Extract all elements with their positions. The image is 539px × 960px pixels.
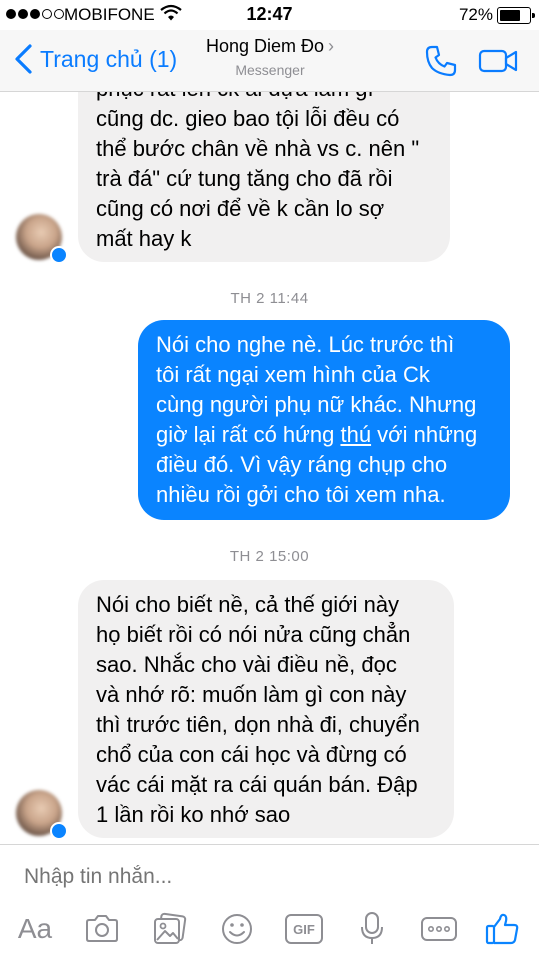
message-line: tôi rất ngại xem hình của Ck: [156, 362, 430, 387]
battery-icon: [497, 7, 535, 24]
gif-label: GIF: [293, 921, 315, 937]
message-line: thể bước chân về nhà vs c. nên ": [96, 136, 420, 161]
messenger-badge-icon: [50, 246, 68, 264]
message-input[interactable]: [24, 865, 504, 889]
contact-title[interactable]: Hong Diem Đo › Messenger: [185, 36, 355, 78]
conversation-header: Trang chủ (1) Hong Diem Đo › Messenger: [0, 30, 539, 92]
contact-name: Hong Diem Đo: [205, 36, 325, 56]
status-bar: MOBIFONE 12:47 72%: [0, 0, 539, 30]
message-line: họ biết rồi có nói nửa cũng chẳn: [96, 622, 411, 647]
message-line: điều đó. Vì vậy ráng chụp cho: [156, 452, 448, 477]
like-button[interactable]: [482, 907, 522, 951]
messenger-badge-icon: [50, 822, 68, 840]
carrier-name: MOBIFONE: [64, 5, 155, 24]
wifi-icon: [160, 4, 182, 21]
camera-button[interactable]: [82, 907, 122, 951]
message-line: cùng người phụ nữ khác. Nhưng: [156, 392, 477, 417]
message-line: mất hay k: [96, 226, 192, 251]
camera-icon: [86, 915, 118, 942]
message-line: chổ của con cái học và đừng có: [96, 742, 407, 767]
message-line: giờ lại rất có hứng thú với những: [156, 422, 478, 447]
photo-gallery-icon: [154, 912, 187, 944]
outgoing-message[interactable]: Nói cho nghe nè. Lúc trước thì tôi rất n…: [138, 320, 510, 520]
incoming-message[interactable]: phục rất lên ck ai dựa làm gì cũng dc. g…: [78, 92, 450, 262]
sticker-button[interactable]: [217, 907, 257, 951]
microphone-icon: [361, 912, 383, 944]
gif-button[interactable]: GIF: [284, 907, 324, 951]
gif-icon: GIF: [285, 914, 323, 944]
battery-percent: 72%: [458, 5, 493, 24]
thumbs-up-icon: [485, 913, 519, 945]
message-line: Nói cho nghe nè. Lúc trước thì: [156, 332, 455, 357]
timestamp: TH 2 15:00: [229, 548, 310, 565]
text-style-button[interactable]: Aa: [14, 907, 56, 951]
photos-button[interactable]: [150, 907, 190, 951]
more-button[interactable]: [418, 907, 460, 951]
contact-subtitle: Messenger: [235, 62, 305, 78]
message-line: Nói cho biết nề, cả thế giới này: [96, 592, 400, 617]
composer-toolbar: Aa GIF: [0, 907, 539, 953]
video-call-icon[interactable]: [478, 46, 518, 76]
message-line: và nhớ rõ: muốn làm gì con này: [96, 682, 407, 707]
message-line: 1 lần rồi ko nhớ sao: [96, 802, 291, 827]
phone-call-icon[interactable]: [424, 44, 458, 78]
more-options-icon: [421, 917, 457, 941]
message-line: thì trước tiên, dọn nhà đi, chuyển: [96, 712, 420, 737]
message-line: sao. Nhắc cho vài điều nề, đọc: [96, 652, 397, 677]
composer: Aa GIF: [0, 844, 539, 960]
message-line: phục rất lên ck ai dựa làm gì: [96, 92, 432, 104]
underlined-word: thú: [340, 422, 372, 447]
signal-strength-icon: [6, 9, 64, 19]
incoming-message[interactable]: Nói cho biết nề, cả thế giới này họ biết…: [78, 580, 454, 838]
message-list[interactable]: phục rất lên ck ai dựa làm gì cũng dc. g…: [0, 92, 539, 844]
back-label: Trang chủ (1): [40, 45, 178, 72]
voice-button[interactable]: [352, 907, 392, 951]
timestamp: TH 2 11:44: [230, 290, 309, 307]
chevron-right-icon: ›: [328, 36, 335, 56]
message-line: vác cái mặt ra cái quán bán. Đập: [96, 772, 418, 797]
message-line: trà đá" cứ tung tăng cho đã rồi: [96, 166, 393, 191]
back-button[interactable]: Trang chủ (1): [10, 42, 177, 76]
smiley-icon: [222, 914, 252, 944]
aa-label: Aa: [17, 913, 53, 944]
chevron-left-icon: [15, 44, 32, 74]
message-line: nhiều rồi gởi cho tôi xem nha.: [156, 482, 446, 507]
message-line: cũng có nơi để về k cần lo sợ: [96, 196, 385, 221]
message-line: cũng dc. gieo bao tội lỗi đều có: [96, 106, 400, 131]
